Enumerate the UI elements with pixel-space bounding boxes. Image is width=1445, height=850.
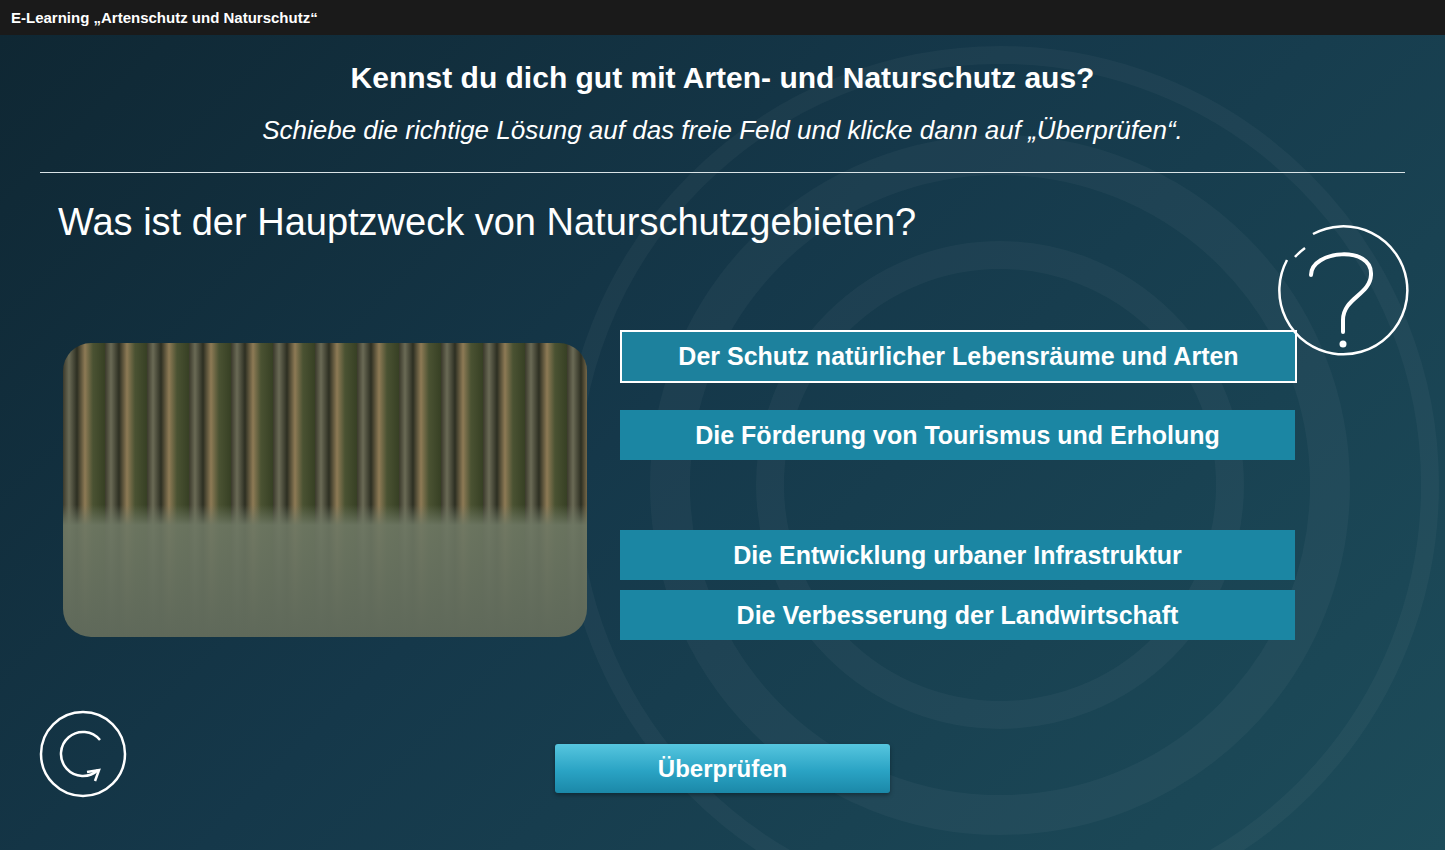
task-area: Der Schutz natürlicher Lebensräume und A… [0,330,1445,640]
instruction: Schiebe die richtige Lösung auf das frei… [0,114,1445,146]
title-bar: E-Learning „Artenschutz und Naturschutz“ [0,0,1445,35]
reset-area [0,710,555,802]
slide: Kennst du dich gut mit Arten- und Naturs… [0,35,1445,850]
answer-option[interactable]: Die Entwicklung urbaner Infrastruktur [620,530,1295,580]
answer-label[interactable]: Die Verbesserung der Landwirtschaft [737,601,1179,630]
reset-icon[interactable] [38,710,130,798]
question-mark-icon [1273,220,1410,357]
swamp-photo [63,343,587,637]
slide-content: Kennst du dich gut mit Arten- und Naturs… [0,35,1445,802]
footer: Überprüfen [0,710,1445,802]
empty-slot [620,470,1295,520]
answer-label[interactable]: Die Entwicklung urbaner Infrastruktur [733,541,1182,570]
placed-answer[interactable]: Der Schutz natürlicher Lebensräume und A… [678,342,1238,371]
divider [40,172,1405,173]
answer-option[interactable]: Die Förderung von Tourismus und Erholung [620,410,1295,460]
answer-label[interactable]: Die Förderung von Tourismus und Erholung [695,421,1220,450]
check-button[interactable]: Überprüfen [555,744,890,793]
question-text: Was ist der Hauptzweck von Naturschutzge… [0,199,1445,245]
slide-title: Kennst du dich gut mit Arten- und Naturs… [0,60,1445,96]
answer-options: Die Förderung von Tourismus und Erholung… [620,410,1297,640]
answer-option[interactable]: Die Verbesserung der Landwirtschaft [620,590,1295,640]
answer-column: Der Schutz natürlicher Lebensräume und A… [620,330,1297,640]
drop-zone[interactable]: Der Schutz natürlicher Lebensräume und A… [620,330,1297,383]
